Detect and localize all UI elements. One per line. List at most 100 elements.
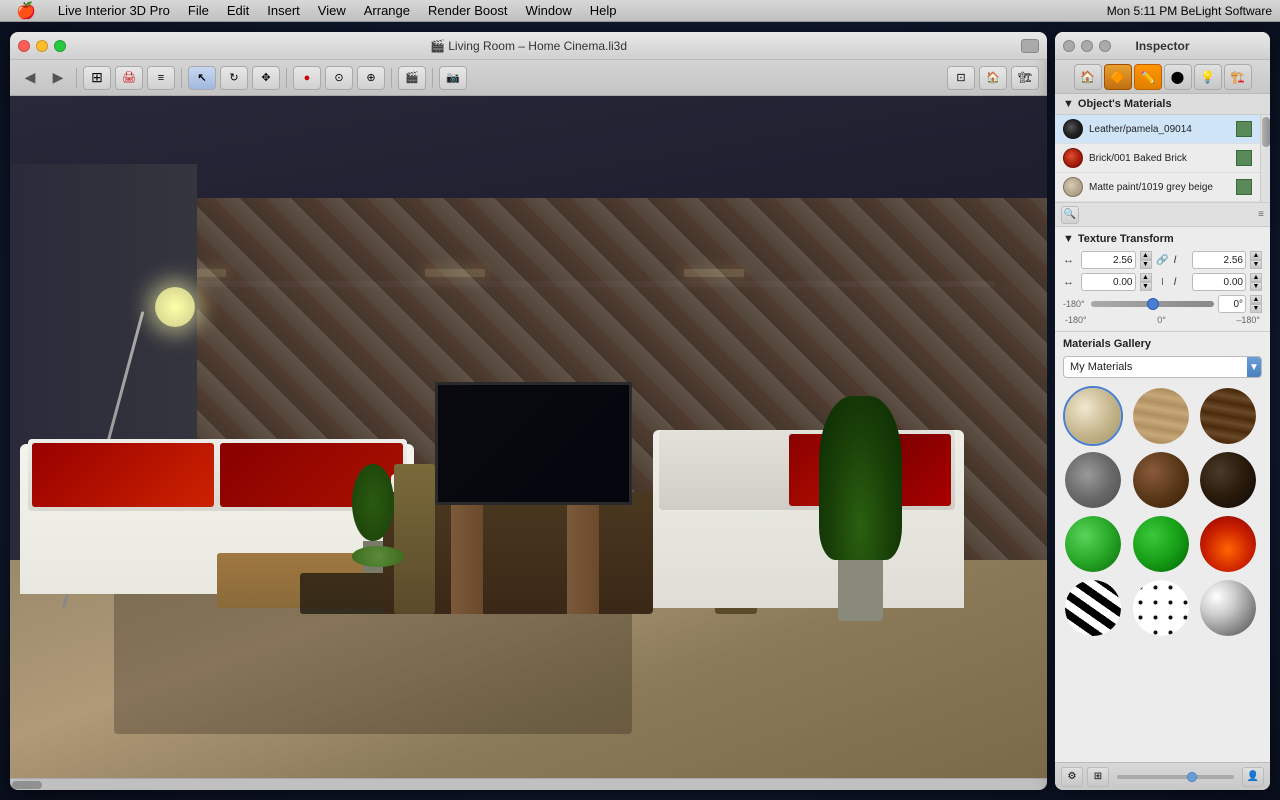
scale-y-stepper[interactable]: ▲ ▼ (1250, 251, 1262, 269)
gallery-item-green2[interactable] (1131, 514, 1191, 574)
material-scrollbar-thumb[interactable] (1262, 117, 1270, 147)
gallery-item-dark[interactable] (1198, 450, 1258, 510)
gallery-swatch-cream (1065, 388, 1121, 444)
rotation-slider-thumb[interactable] (1147, 298, 1159, 310)
scale-x-input[interactable]: 2.56 (1081, 251, 1136, 269)
angle-up[interactable]: ▲ (1250, 295, 1262, 304)
select-tool[interactable]: ↖ (188, 66, 216, 90)
animation-btn[interactable]: 🎬 (398, 66, 426, 90)
menu-view[interactable]: View (310, 0, 354, 21)
scale-x-stepper[interactable]: ▲ ▼ (1140, 251, 1152, 269)
scale-y-input[interactable]: 2.56 (1192, 251, 1247, 269)
angle-input[interactable]: 0° (1218, 295, 1246, 313)
offset-y-down[interactable]: ▼ (1250, 282, 1262, 291)
close-button[interactable] (18, 40, 30, 52)
scrollbar-thumb[interactable] (12, 781, 42, 789)
tab-shape[interactable]: 🔶 (1104, 64, 1132, 90)
tab-color[interactable]: ⬤ (1164, 64, 1192, 90)
tab-light[interactable]: 💡 (1194, 64, 1222, 90)
menu-app[interactable]: Live Interior 3D Pro (50, 0, 178, 21)
minimize-button[interactable] (36, 40, 48, 52)
record-btn[interactable]: ● (293, 66, 321, 90)
angle-stepper[interactable]: ▲ ▼ (1250, 295, 1262, 313)
maximize-button[interactable] (54, 40, 66, 52)
screenshot-btn[interactable]: 📷 (439, 66, 467, 90)
material-item-1[interactable]: Leather/pamela_09014 (1055, 115, 1260, 144)
gallery-item-wood-dark[interactable] (1198, 386, 1258, 446)
menu-insert[interactable]: Insert (259, 0, 308, 21)
material-scrollbar[interactable] (1260, 115, 1270, 202)
offset-x-stepper[interactable]: ▲ ▼ (1140, 273, 1152, 291)
gallery-dropdown-arrow[interactable]: ▼ (1247, 357, 1261, 377)
layers-button[interactable]: ⊞ (1087, 767, 1109, 787)
gallery-item-cream[interactable] (1063, 386, 1123, 446)
menu-file[interactable]: File (180, 0, 217, 21)
traffic-lights (18, 40, 66, 52)
eyedropper-tool[interactable]: 🔍 (1061, 206, 1079, 224)
home-btn[interactable]: 🏠 (979, 66, 1007, 90)
scene-viewport[interactable] (10, 96, 1047, 778)
views-btn[interactable]: ⊡ (947, 66, 975, 90)
scale-y-label: I (1174, 254, 1188, 266)
3d-view-btn[interactable]: 🏗 (1011, 66, 1039, 90)
link-icon[interactable]: 🔗 (1156, 253, 1170, 267)
walk-btn[interactable]: ⊕ (357, 66, 385, 90)
render-button[interactable]: 🖨 (115, 66, 143, 90)
gallery-item-chrome[interactable] (1198, 578, 1258, 638)
pan-tool[interactable]: ✥ (252, 66, 280, 90)
tab-structure[interactable]: 🏗️ (1224, 64, 1252, 90)
scale-x-down[interactable]: ▼ (1140, 260, 1152, 269)
menu-help[interactable]: Help (582, 0, 625, 21)
gallery-dropdown[interactable]: My Materials ▼ (1063, 356, 1262, 378)
back-button[interactable]: ◀ (18, 66, 42, 90)
offset-y-input[interactable]: 0.00 (1192, 273, 1247, 291)
scale-y-up[interactable]: ▲ (1250, 251, 1262, 260)
menu-arrange[interactable]: Arrange (356, 0, 418, 21)
gallery-item-green1[interactable] (1063, 514, 1123, 574)
gallery-item-fire[interactable] (1198, 514, 1258, 574)
zoom-slider-thumb[interactable] (1187, 772, 1197, 782)
scale-x-up[interactable]: ▲ (1140, 251, 1152, 260)
gear-button[interactable]: ⚙ (1061, 767, 1083, 787)
menu-edit[interactable]: Edit (219, 0, 257, 21)
offset-x-down[interactable]: ▼ (1140, 282, 1152, 291)
material-item-3[interactable]: Matte paint/1019 grey beige (1055, 173, 1260, 202)
gallery-swatch-green1 (1065, 516, 1121, 572)
zoom-slider[interactable] (1117, 775, 1234, 779)
offset-y-stepper[interactable]: ▲ ▼ (1250, 273, 1262, 291)
window-resize-handle[interactable] (1021, 39, 1039, 53)
orbit-center[interactable]: ⊙ (325, 66, 353, 90)
angle-max: –180° (1236, 315, 1260, 325)
rotation-slider[interactable] (1091, 301, 1214, 307)
gallery-swatch-zebra (1065, 580, 1121, 636)
view3d-button[interactable]: ≡ (147, 66, 175, 90)
bottom-scrollbar[interactable] (10, 778, 1047, 790)
angle-mid: 0° (1157, 315, 1166, 325)
inspector-close[interactable] (1063, 40, 1075, 52)
floorplan-button[interactable]: ⊞ (83, 66, 111, 90)
offset-x-up[interactable]: ▲ (1140, 273, 1152, 282)
inspector-min[interactable] (1081, 40, 1093, 52)
scale-y-down[interactable]: ▼ (1250, 260, 1262, 269)
apple-menu[interactable]: 🍎 (8, 0, 44, 21)
gallery-item-wood-light[interactable] (1131, 386, 1191, 446)
orbit-tool[interactable]: ↻ (220, 66, 248, 90)
inspector-max[interactable] (1099, 40, 1111, 52)
person-button[interactable]: 👤 (1242, 767, 1264, 787)
angle-down[interactable]: ▼ (1250, 304, 1262, 313)
tab-home[interactable]: 🏠 (1074, 64, 1102, 90)
offset-y-up[interactable]: ▲ (1250, 273, 1262, 282)
forward-button[interactable]: ▶ (46, 66, 70, 90)
menubar-time-app: Mon 5:11 PM BeLight Software (1107, 4, 1272, 18)
gallery-item-spots[interactable] (1131, 578, 1191, 638)
gallery-item-zebra[interactable] (1063, 578, 1123, 638)
texture-transform-title: ▼ Texture Transform (1063, 233, 1262, 245)
inspector-window: Inspector 🏠 🔶 ✏️ ⬤ 💡 🏗️ ▼ Object's Mater… (1055, 32, 1270, 790)
menu-window[interactable]: Window (518, 0, 580, 21)
gallery-item-brown[interactable] (1131, 450, 1191, 510)
tab-material[interactable]: ✏️ (1134, 64, 1162, 90)
menu-render[interactable]: Render Boost (420, 0, 516, 21)
material-item-2[interactable]: Brick/001 Baked Brick (1055, 144, 1260, 173)
offset-x-input[interactable]: 0.00 (1081, 273, 1136, 291)
gallery-item-concrete[interactable] (1063, 450, 1123, 510)
